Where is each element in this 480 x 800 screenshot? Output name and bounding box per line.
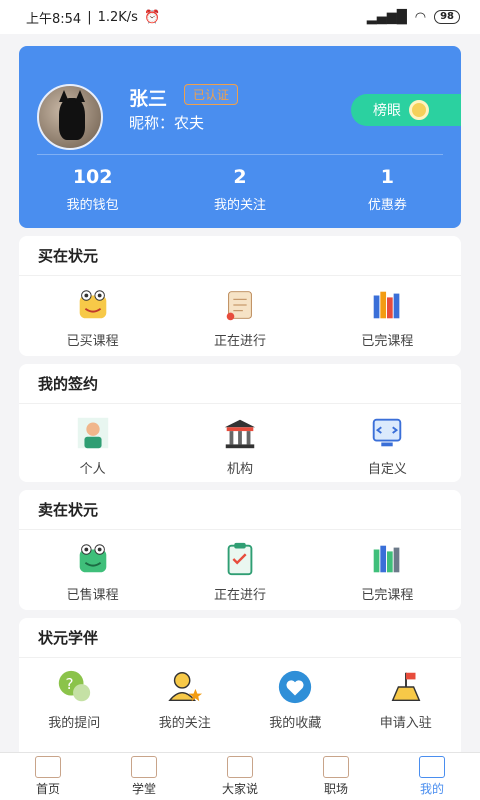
frog-icon	[79, 544, 106, 573]
monitor-icon	[35, 756, 61, 778]
custom-contract-item[interactable]: 自定义	[314, 414, 461, 477]
sold-courses-item[interactable]: 已售课程	[19, 540, 166, 603]
ongoing-courses-item[interactable]: 正在进行	[166, 286, 313, 349]
personal-contract-item[interactable]: 个人	[19, 414, 166, 477]
scroll-icon	[226, 291, 252, 321]
apply-join-item[interactable]: 申请入驻	[351, 668, 462, 731]
status-bar: 上午8:54 | 1.2K/s ⏰ ▂▄▆█ ◠ 98	[0, 0, 480, 34]
user-star-icon	[168, 672, 202, 702]
building-icon	[224, 419, 256, 449]
section-title: 我的签约	[19, 364, 461, 404]
battery-indicator: 98	[434, 10, 460, 24]
profile-icon	[419, 756, 445, 778]
profile-card[interactable]: 张三 已认证 昵称：农夫 榜眼 102 我的钱包 2 我的关注 1 优惠券	[19, 46, 461, 228]
card-icon	[323, 756, 349, 778]
rank-label: 榜眼	[373, 103, 401, 119]
nav-school[interactable]: 学堂	[96, 753, 192, 800]
section-title: 卖在状元	[19, 490, 461, 530]
stats-row: 102 我的钱包 2 我的关注 1 优惠券	[19, 164, 461, 213]
people-icon	[227, 756, 253, 778]
nav-mine[interactable]: 我的	[384, 753, 480, 800]
selling-ongoing-item[interactable]: 正在进行	[166, 540, 313, 603]
my-following-item[interactable]: 我的关注	[130, 668, 241, 731]
institution-contract-item[interactable]: 机构	[166, 414, 313, 477]
books-icon	[374, 291, 400, 319]
avatar[interactable]	[37, 84, 103, 150]
frog-icon	[79, 290, 106, 319]
nav-home[interactable]: 首页	[0, 753, 96, 800]
bottom-nav: 首页 学堂 大家说 职场 我的	[0, 752, 480, 800]
nav-community[interactable]: 大家说	[192, 753, 288, 800]
my-questions-item[interactable]: ? 我的提问	[19, 668, 130, 731]
nickname: 昵称：农夫	[129, 114, 205, 132]
custom-icon	[373, 418, 402, 447]
heart-icon	[279, 670, 312, 704]
my-favorites-item[interactable]: 我的收藏	[240, 668, 351, 731]
person-icon	[77, 417, 108, 449]
section-title: 买在状元	[19, 236, 461, 276]
status-speed: 1.2K/s	[97, 9, 138, 25]
section-contract: 我的签约 个人 机构 自定义	[19, 364, 461, 482]
completed-courses-item[interactable]: 已完课程	[314, 286, 461, 349]
stat-following[interactable]: 2 我的关注	[166, 164, 313, 213]
section-title: 状元学伴	[19, 618, 461, 658]
selling-completed-item[interactable]: 已完课程	[314, 540, 461, 603]
purchased-courses-item[interactable]: 已买课程	[19, 286, 166, 349]
signal-icon: ▂▄▆█	[366, 9, 407, 25]
book-icon	[131, 756, 157, 778]
section-companion: 状元学伴 ? 我的提问 我的关注 我的收藏 申请入驻	[19, 618, 461, 758]
nav-career[interactable]: 职场	[288, 753, 384, 800]
svg-text:?: ?	[66, 675, 74, 693]
status-time: 上午8:54	[26, 11, 82, 27]
section-sell: 卖在状元 已售课程 正在进行 已完课程	[19, 490, 461, 610]
flag-icon	[391, 672, 421, 702]
divider	[37, 154, 443, 155]
stat-coupons[interactable]: 1 优惠券	[314, 164, 461, 213]
alarm-icon: ⏰	[143, 9, 161, 25]
cat-avatar-image	[59, 90, 85, 140]
rank-button[interactable]: 榜眼	[351, 94, 461, 126]
section-buy: 买在状元 已买课程 正在进行 已完课程	[19, 236, 461, 356]
question-bubble-icon: ?	[59, 670, 91, 702]
medal-icon	[409, 100, 429, 120]
wifi-icon: ◠	[414, 9, 427, 25]
stat-wallet[interactable]: 102 我的钱包	[19, 164, 166, 213]
verified-badge: 已认证	[184, 84, 239, 105]
clipboard-icon	[227, 542, 253, 576]
books-icon	[374, 545, 400, 573]
user-name: 张三	[129, 88, 168, 110]
